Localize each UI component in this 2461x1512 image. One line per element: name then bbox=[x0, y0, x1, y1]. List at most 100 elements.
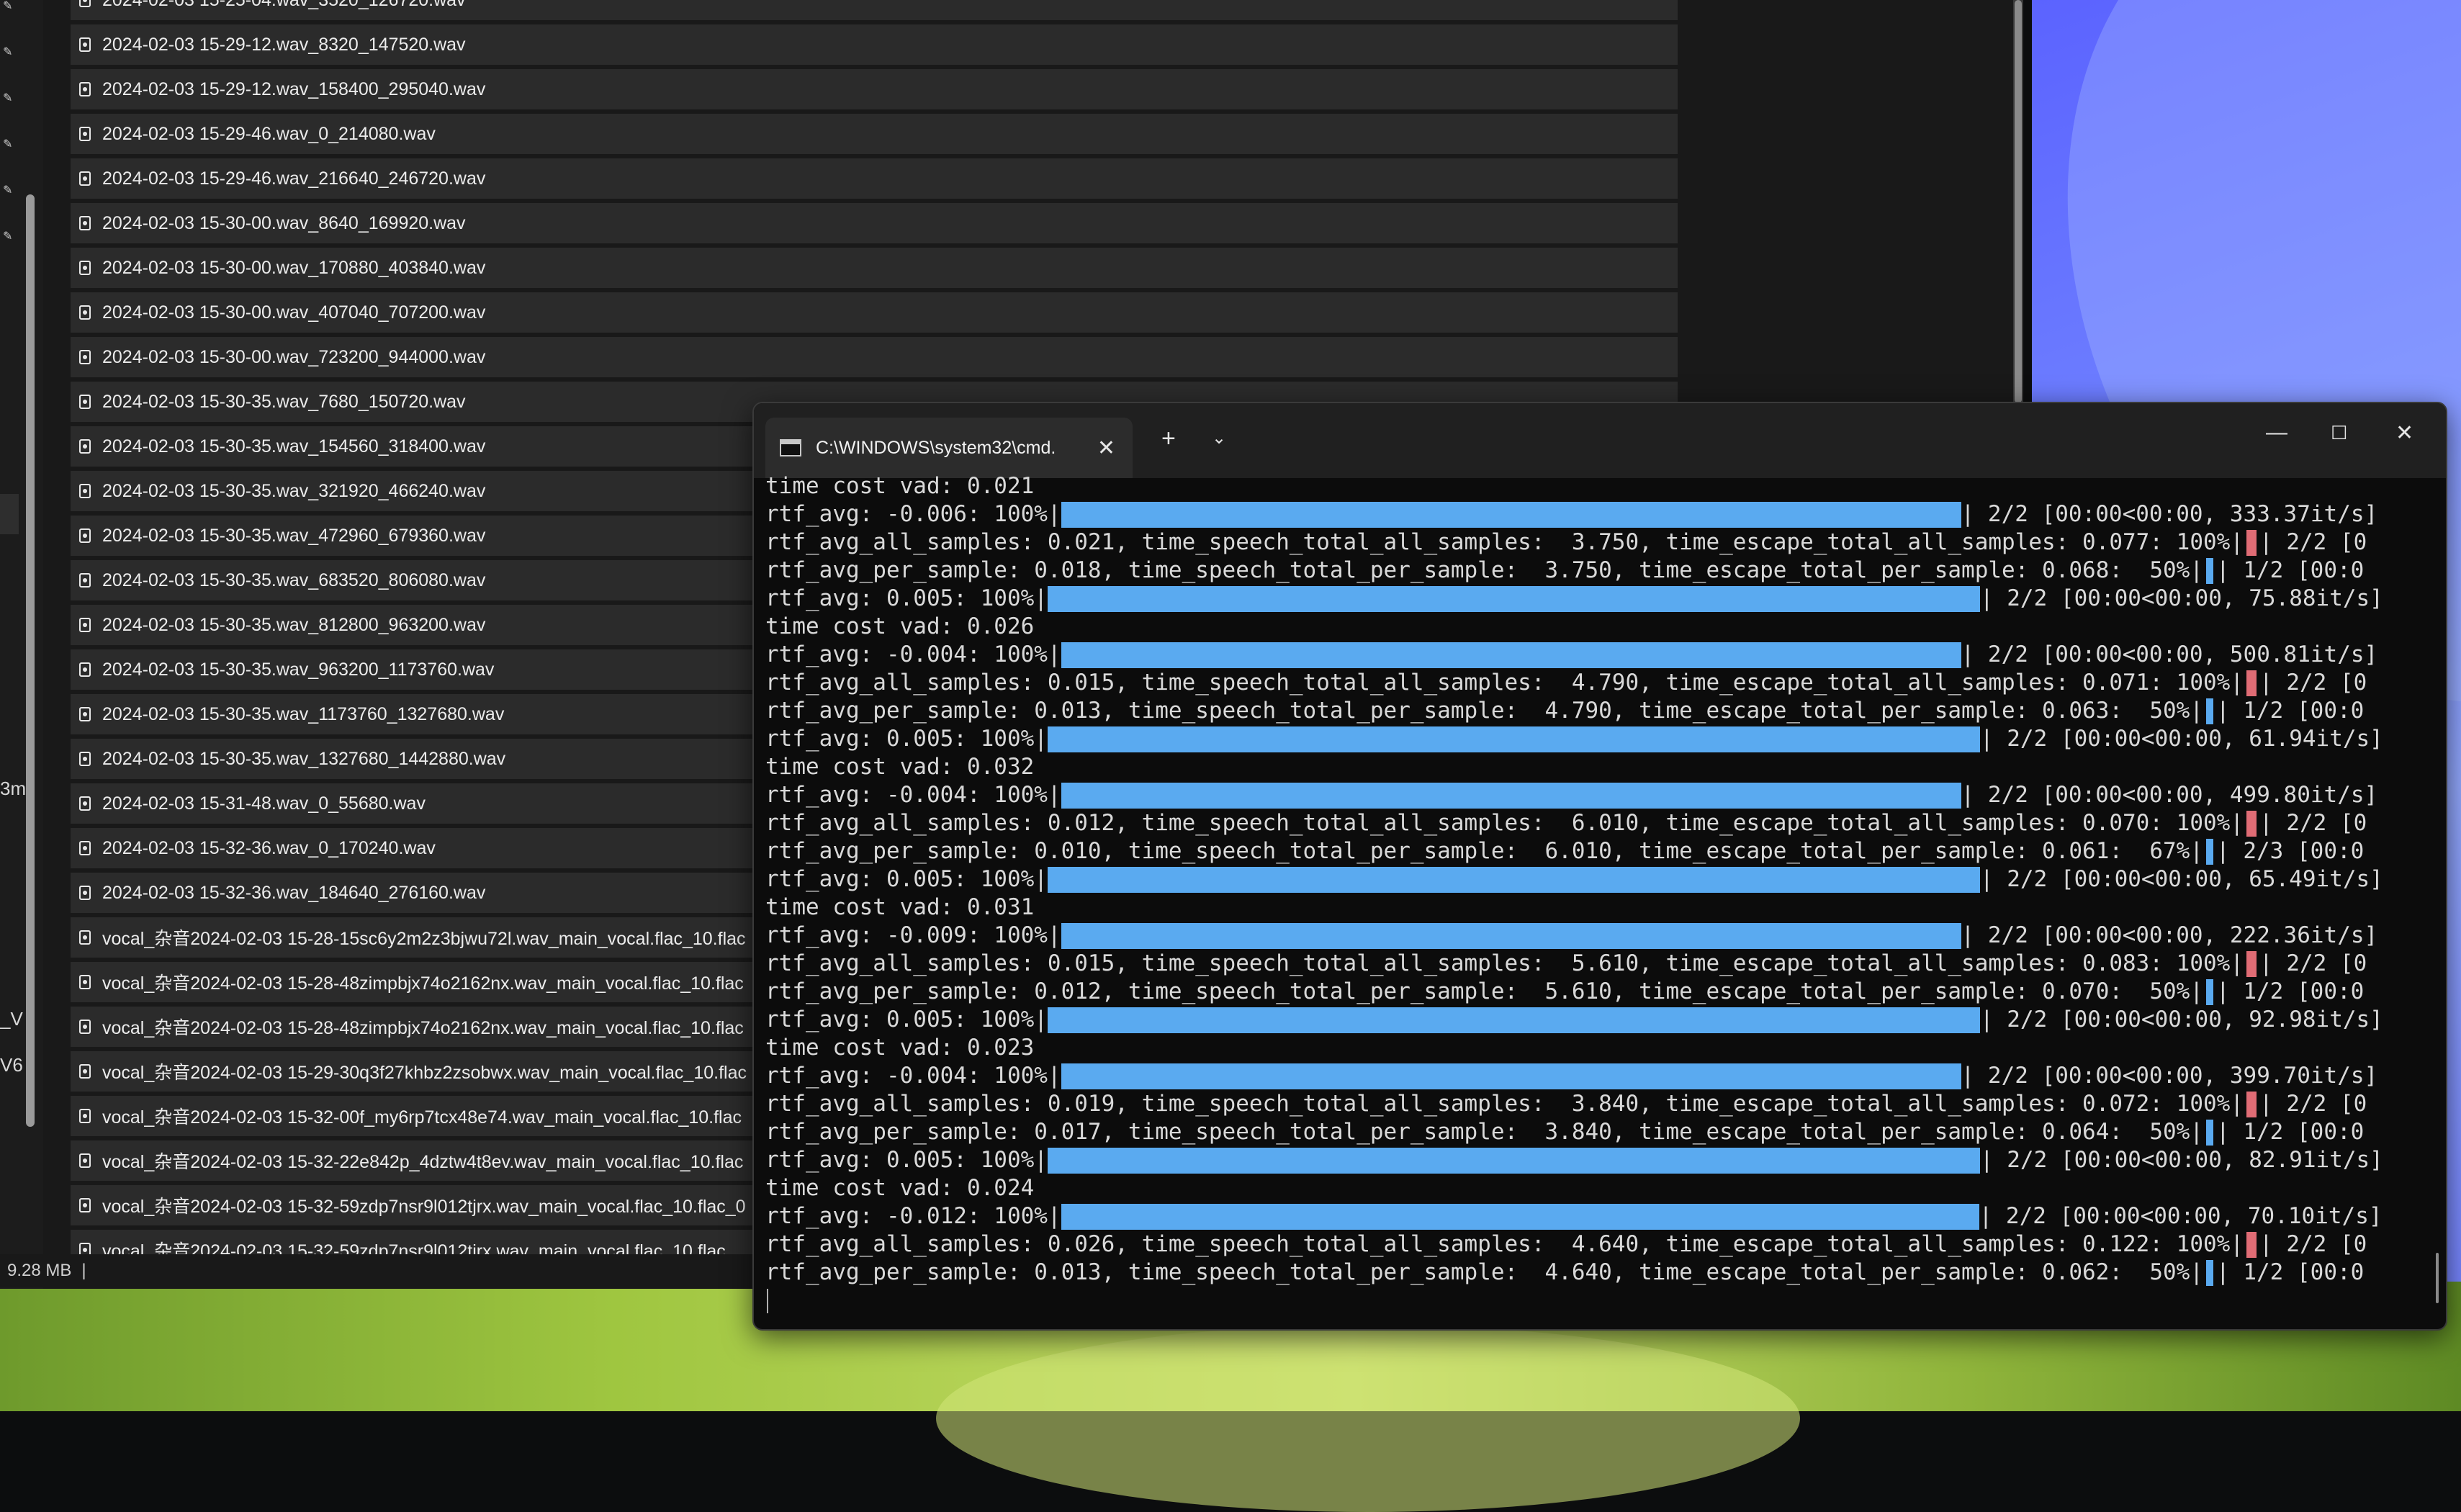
pin-icon[interactable]: ✎ bbox=[3, 92, 16, 105]
terminal-text: | 2/2 [00:00<00:00, 333.37it/s] bbox=[1961, 501, 2378, 527]
file-list-scrollbar[interactable] bbox=[2015, 0, 2022, 403]
progress-bar-red bbox=[2246, 1231, 2257, 1258]
audio-file-icon bbox=[79, 484, 91, 498]
terminal-text: rtf_avg_all_samples: 0.012, time_speech_… bbox=[765, 810, 2244, 836]
progress-bar-full bbox=[1061, 922, 1961, 949]
file-row[interactable]: 2024-02-03 15-29-12.wav_8320_147520.wav bbox=[71, 24, 1678, 65]
new-tab-button[interactable]: + bbox=[1161, 425, 1176, 453]
audio-file-icon bbox=[79, 37, 91, 52]
audio-file-icon bbox=[79, 171, 91, 186]
terminal-line: rtf_avg_all_samples: 0.015, time_speech_… bbox=[765, 950, 2429, 978]
file-name: 2024-02-03 15-32-36.wav_184640_276160.wa… bbox=[102, 882, 486, 903]
terminal-line: rtf_avg: -0.009: 100%| | 2/2 [00:00<00:00… bbox=[765, 922, 2429, 950]
audio-file-icon bbox=[79, 216, 91, 230]
file-row[interactable]: 2024-02-03 15-30-00.wav_407040_707200.wa… bbox=[71, 292, 1678, 333]
terminal-line: rtf_avg_all_samples: 0.012, time_speech_… bbox=[765, 809, 2429, 837]
terminal-prompt-line[interactable] bbox=[765, 1287, 2429, 1315]
terminal-text: rtf_avg: -0.006: 100%| bbox=[765, 501, 1061, 527]
terminal-titlebar[interactable]: C:\WINDOWS\system32\cmd. ✕ + ⌄ — ☐ ✕ bbox=[754, 403, 2446, 478]
terminal-text: rtf_avg: 0.005: 100%| bbox=[765, 585, 1048, 611]
audio-file-icon bbox=[79, 886, 91, 900]
file-row[interactable]: 2024-02-03 15-30-00.wav_170880_403840.wa… bbox=[71, 248, 1678, 288]
progress-bar-partial bbox=[2206, 838, 2214, 865]
terminal-line: rtf_avg_all_samples: 0.015, time_speech_… bbox=[765, 669, 2429, 697]
terminal-text: rtf_avg_all_samples: 0.015, time_speech_… bbox=[765, 950, 2244, 976]
terminal-line: rtf_avg_all_samples: 0.019, time_speech_… bbox=[765, 1090, 2429, 1118]
minimize-button[interactable]: — bbox=[2266, 420, 2287, 445]
terminal-line: rtf_avg_per_sample: 0.013, time_speech_t… bbox=[765, 697, 2429, 725]
nav-scrollbar[interactable] bbox=[26, 194, 35, 1127]
pin-icon[interactable]: ✎ bbox=[3, 230, 16, 243]
terminal-line: rtf_avg_all_samples: 0.021, time_speech_… bbox=[765, 528, 2429, 557]
progress-bar-partial bbox=[2206, 557, 2214, 584]
progress-bar-red bbox=[2246, 529, 2257, 556]
progress-bar-full bbox=[1047, 1007, 1980, 1033]
terminal-text: | 2/2 [00:00<00:00, 75.88it/s] bbox=[1979, 585, 2383, 611]
terminal-text: rtf_avg_per_sample: 0.018, time_speech_t… bbox=[765, 557, 2204, 583]
terminal-text: | 2/2 [0 bbox=[2259, 670, 2367, 696]
file-name: 2024-02-03 15-29-46.wav_0_214080.wav bbox=[102, 123, 436, 144]
nav-item-fragment[interactable]: V6 bbox=[0, 1054, 23, 1076]
file-row[interactable]: 2024-02-03 15-30-00.wav_8640_169920.wav bbox=[71, 203, 1678, 243]
audio-file-icon bbox=[79, 1020, 91, 1034]
terminal-text: rtf_avg_all_samples: 0.015, time_speech_… bbox=[765, 670, 2244, 696]
cmd-icon bbox=[780, 439, 801, 456]
progress-bar-full bbox=[1061, 501, 1961, 528]
file-row[interactable]: 2024-02-03 15-25-04.wav_3520_126720.wav bbox=[71, 0, 1678, 20]
terminal-line: rtf_avg: -0.012: 100%| | 2/2 [00:00<00:00… bbox=[765, 1202, 2429, 1230]
terminal-tab[interactable]: C:\WINDOWS\system32\cmd. ✕ bbox=[765, 418, 1133, 478]
file-name: 2024-02-03 15-29-12.wav_8320_147520.wav bbox=[102, 34, 466, 55]
file-name: 2024-02-03 15-30-35.wav_7680_150720.wav bbox=[102, 391, 466, 412]
terminal-text: rtf_avg: -0.004: 100%| bbox=[765, 642, 1061, 667]
terminal-window: C:\WINDOWS\system32\cmd. ✕ + ⌄ — ☐ ✕ tim… bbox=[752, 402, 2447, 1331]
terminal-text: | 2/2 [00:00<00:00, 65.49it/s] bbox=[1979, 866, 2383, 892]
maximize-button[interactable]: ☐ bbox=[2331, 422, 2347, 444]
nav-item-fragment[interactable]: _V bbox=[0, 1008, 23, 1030]
close-button[interactable]: ✕ bbox=[2395, 420, 2413, 446]
progress-bar-full bbox=[1047, 1147, 1980, 1174]
file-name: vocal_杂音2024-02-03 15-32-00f_my6rp7tcx48… bbox=[102, 1107, 742, 1128]
file-row[interactable]: 2024-02-03 15-29-46.wav_0_214080.wav bbox=[71, 114, 1678, 154]
file-name: vocal_杂音2024-02-03 15-32-59zdp7nsr9l012t… bbox=[102, 1197, 746, 1217]
terminal-text: | 2/2 [00:00<00:00, 499.80it/s] bbox=[1961, 782, 2378, 808]
file-name: 2024-02-03 15-30-35.wav_154560_318400.wa… bbox=[102, 436, 486, 456]
terminal-text: | 2/2 [0 bbox=[2259, 1231, 2367, 1257]
terminal-line: rtf_avg_per_sample: 0.010, time_speech_t… bbox=[765, 837, 2429, 865]
terminal-text: | 2/2 [00:00<00:00, 70.10it/s] bbox=[1979, 1203, 2383, 1229]
chevron-down-icon[interactable]: ⌄ bbox=[1212, 428, 1226, 449]
pin-icon[interactable]: ✎ bbox=[3, 0, 16, 13]
terminal-text: | 2/2 [00:00<00:00, 222.36it/s] bbox=[1961, 922, 2378, 948]
pin-icon[interactable]: ✎ bbox=[3, 138, 16, 151]
terminal-text: rtf_avg: 0.005: 100%| bbox=[765, 1007, 1048, 1032]
audio-file-icon bbox=[79, 1153, 91, 1168]
terminal-line: rtf_avg_per_sample: 0.012, time_speech_t… bbox=[765, 978, 2429, 1006]
audio-file-icon bbox=[79, 1064, 91, 1079]
audio-file-icon bbox=[79, 528, 91, 543]
terminal-line: rtf_avg: 0.005: 100%| | 2/2 [00:00<00:00,… bbox=[765, 585, 2429, 613]
nav-item-fragment[interactable]: 3m bbox=[0, 778, 26, 800]
terminal-line: time cost vad: 0.031 bbox=[765, 894, 2429, 922]
file-name: 2024-02-03 15-30-35.wav_472960_679360.wa… bbox=[102, 525, 486, 546]
file-name: 2024-02-03 15-30-35.wav_812800_963200.wa… bbox=[102, 614, 486, 635]
terminal-text: rtf_avg_per_sample: 0.013, time_speech_t… bbox=[765, 1259, 2204, 1285]
tab-close-icon[interactable]: ✕ bbox=[1097, 436, 1115, 461]
terminal-text: | 2/2 [0 bbox=[2259, 950, 2367, 976]
tab-title: C:\WINDOWS\system32\cmd. bbox=[816, 437, 1056, 458]
selection-size: 9.28 MB bbox=[7, 1261, 72, 1280]
terminal-text: rtf_avg_per_sample: 0.013, time_speech_t… bbox=[765, 698, 2204, 724]
file-row[interactable]: 2024-02-03 15-30-00.wav_723200_944000.wa… bbox=[71, 337, 1678, 377]
terminal-scrollbar[interactable] bbox=[2436, 1253, 2439, 1303]
terminal-text: | 1/2 [00:0 bbox=[2216, 557, 2365, 583]
audio-file-icon bbox=[79, 0, 91, 7]
audio-file-icon bbox=[79, 975, 91, 989]
progress-bar-red bbox=[2246, 670, 2257, 696]
pin-icon[interactable]: ✎ bbox=[3, 184, 16, 197]
nav-selected-item[interactable] bbox=[0, 494, 19, 534]
file-row[interactable]: 2024-02-03 15-29-46.wav_216640_246720.wa… bbox=[71, 158, 1678, 199]
file-row[interactable]: 2024-02-03 15-29-12.wav_158400_295040.wa… bbox=[71, 69, 1678, 109]
terminal-text: rtf_avg_per_sample: 0.017, time_speech_t… bbox=[765, 1119, 2204, 1145]
pin-icon[interactable]: ✎ bbox=[3, 46, 16, 59]
terminal-output[interactable]: time cost vad: 0.021 rtf_avg: -0.006: 100… bbox=[765, 472, 2429, 1315]
terminal-text: time cost vad: 0.021 bbox=[765, 473, 1035, 499]
terminal-line: rtf_avg_per_sample: 0.017, time_speech_t… bbox=[765, 1118, 2429, 1146]
